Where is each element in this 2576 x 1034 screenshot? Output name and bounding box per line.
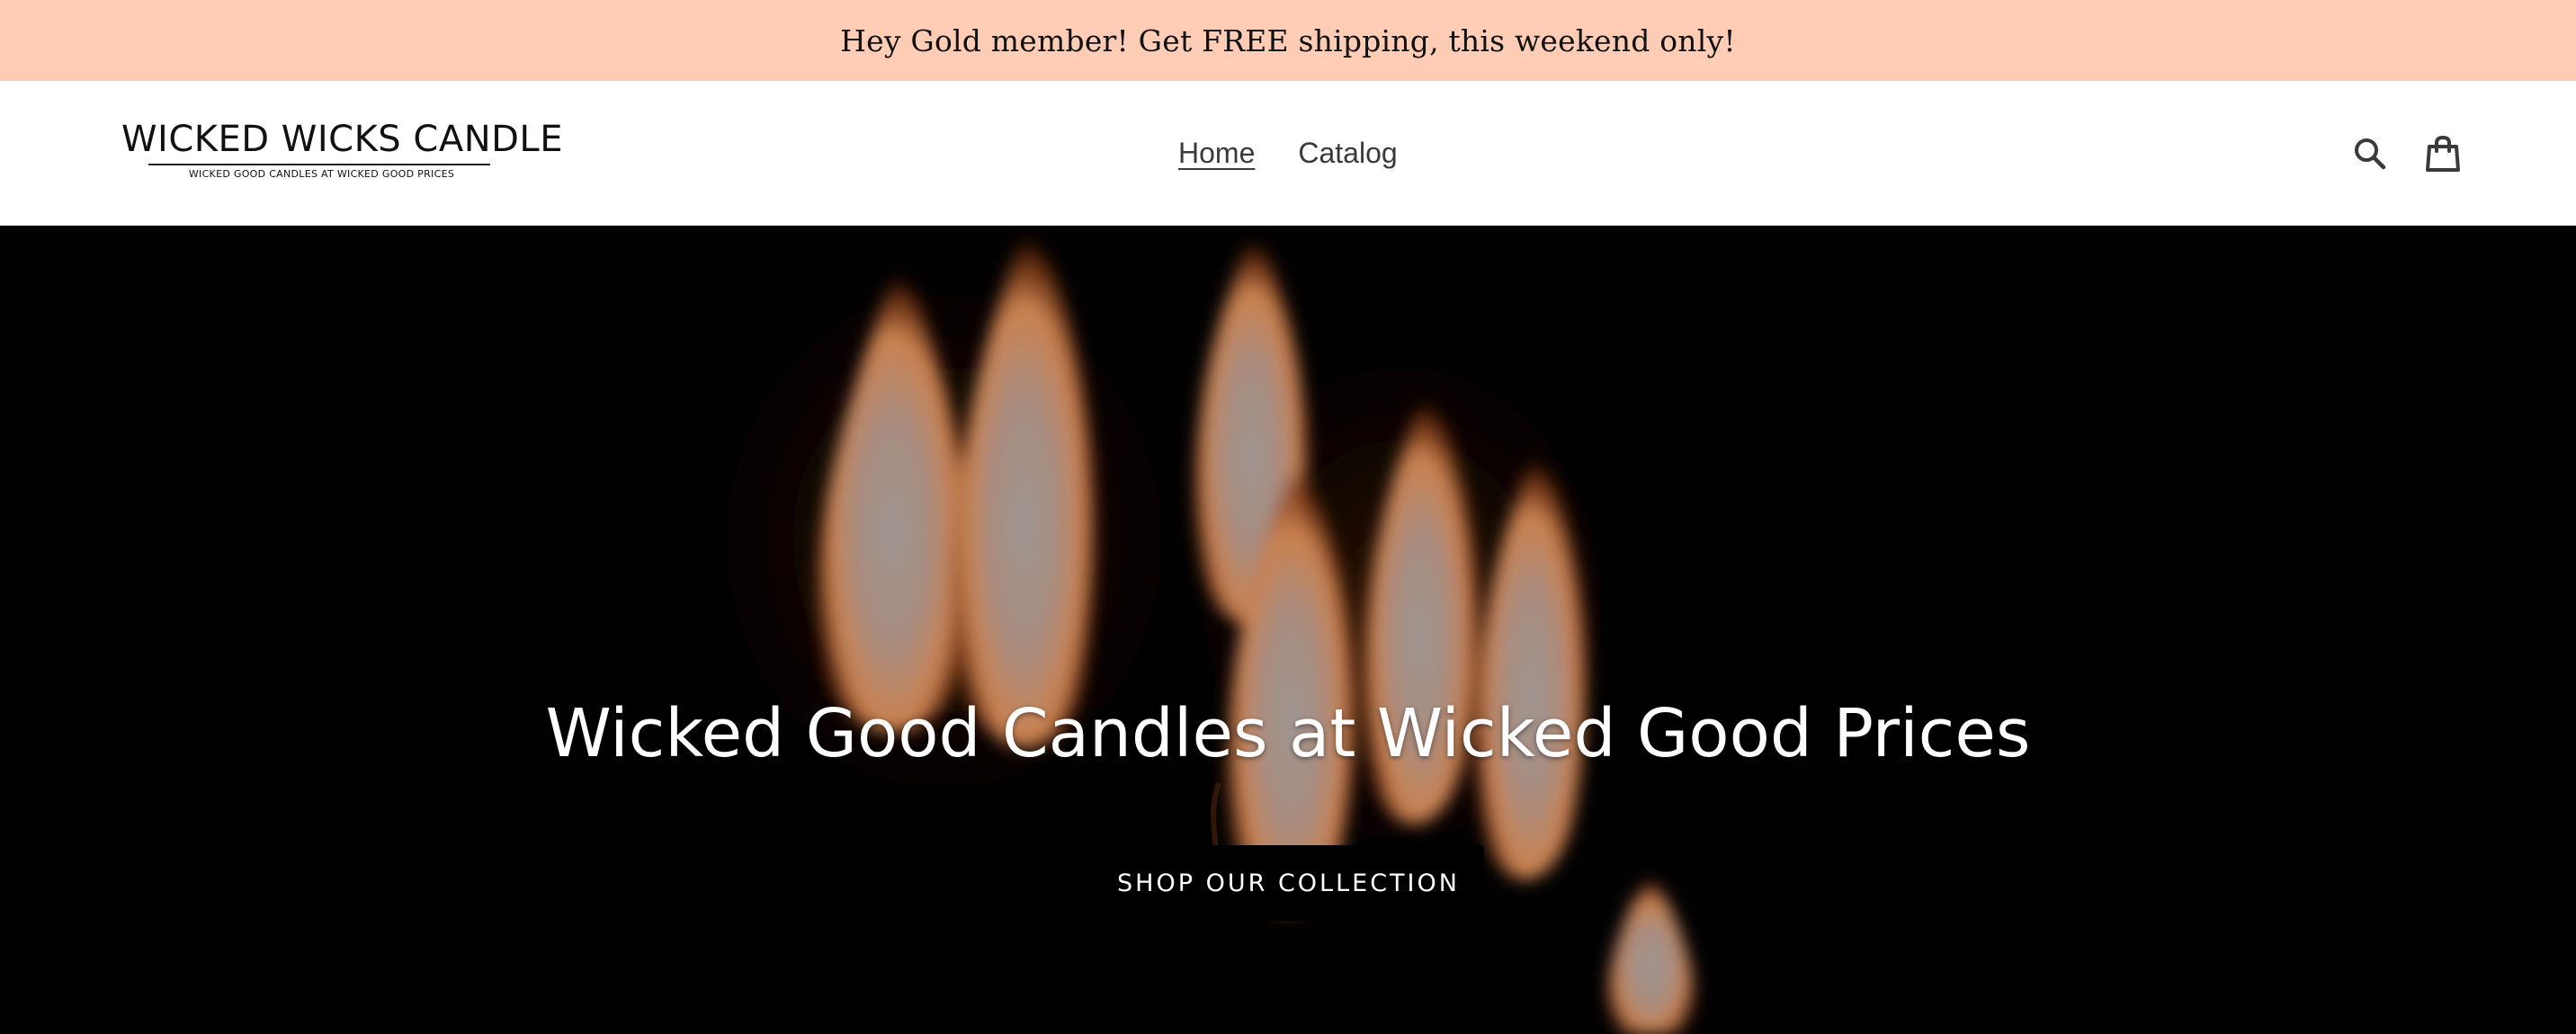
announcement-text: Hey Gold member! Get FREE shipping, this… (840, 22, 1736, 58)
search-icon (2355, 138, 2386, 170)
site-header: WICKED WICKS CANDLE WICKED GOOD CANDLES … (0, 81, 2576, 226)
logo-title: WICKED WICKS CANDLE (121, 119, 563, 160)
cart-button[interactable] (2422, 133, 2464, 174)
nav-catalog-link[interactable]: Catalog (1298, 135, 1397, 171)
announcement-bar: Hey Gold member! Get FREE shipping, this… (0, 0, 2576, 81)
logo-link[interactable]: WICKED WICKS CANDLE WICKED GOOD CANDLES … (121, 119, 563, 182)
search-button[interactable] (2349, 133, 2391, 174)
logo-divider (148, 164, 490, 165)
nav-home-link[interactable]: Home (1178, 135, 1255, 171)
shop-collection-button[interactable]: SHOP OUR COLLECTION (1093, 845, 1484, 921)
hero-banner: Wicked Good Candles at Wicked Good Price… (0, 226, 2576, 1034)
hero-heading: Wicked Good Candles at Wicked Good Price… (545, 695, 2031, 772)
cart-icon (2426, 135, 2460, 172)
main-nav: Home Catalog (1178, 131, 1398, 174)
logo-tagline: WICKED GOOD CANDLES AT WICKED GOOD PRICE… (188, 168, 455, 180)
